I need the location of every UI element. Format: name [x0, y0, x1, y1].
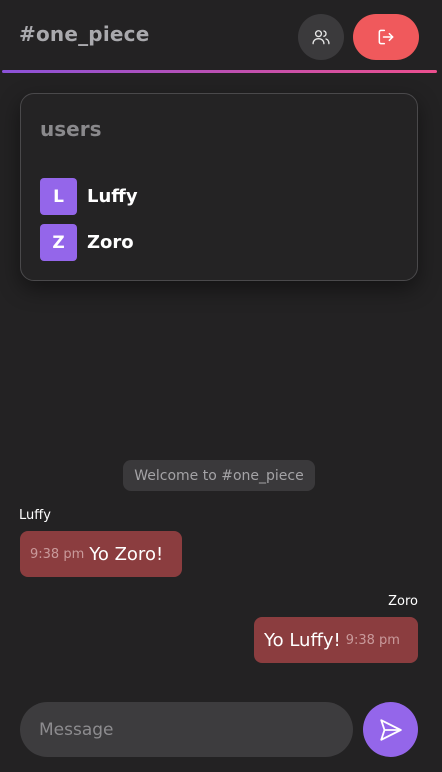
header: #one_piece	[0, 0, 442, 73]
user-name: Luffy	[87, 186, 138, 207]
user-avatar: L	[40, 178, 77, 215]
message-text: Yo Zoro!	[89, 543, 164, 565]
message-text: Yo Luffy!	[264, 629, 341, 651]
user-name: Zoro	[87, 232, 134, 253]
message-bubble: 9:38 pm Yo Zoro!	[20, 531, 182, 577]
welcome-message: Welcome to #one_piece	[123, 460, 315, 491]
users-heading: users	[40, 117, 102, 141]
header-accent-line	[2, 70, 437, 73]
users-panel: users L Luffy Z Zoro	[20, 93, 418, 281]
user-item-luffy: L Luffy	[40, 178, 138, 215]
message-sender: Zoro	[388, 594, 418, 609]
leave-room-button[interactable]	[353, 14, 419, 60]
user-item-zoro: Z Zoro	[40, 224, 134, 261]
user-avatar: Z	[40, 224, 77, 261]
chat-app: #one_piece users L Luffy Z Zoro Welcome …	[0, 0, 442, 772]
message-time: 9:38 pm	[345, 632, 400, 648]
message-time: 9:38 pm	[30, 546, 85, 562]
send-button[interactable]	[363, 702, 418, 757]
message-input[interactable]	[20, 702, 353, 757]
message-sender: Luffy	[19, 508, 51, 523]
room-title: #one_piece	[19, 22, 150, 46]
users-icon	[312, 30, 330, 45]
users-button[interactable]	[298, 14, 344, 60]
log-out-icon	[378, 29, 394, 45]
message-bubble: Yo Luffy! 9:38 pm	[254, 617, 418, 663]
send-icon	[379, 718, 402, 741]
